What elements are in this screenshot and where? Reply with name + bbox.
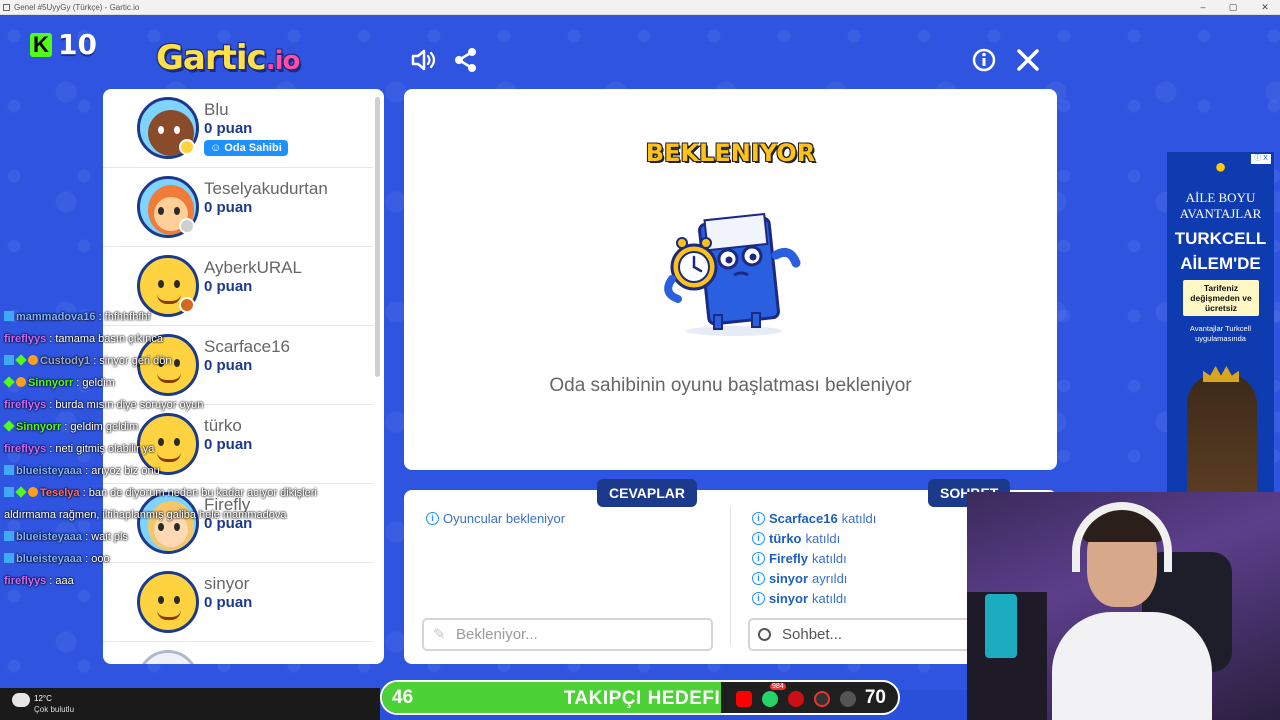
app-icon — [814, 691, 830, 707]
chat-message: fireflyys : tamama basın çıkınca — [4, 333, 163, 345]
info-icon: i — [752, 592, 765, 605]
answer-input[interactable]: ✎ Bekleniyor... — [422, 618, 713, 651]
chat-message: blueisteyaaa : wait pls — [4, 526, 384, 548]
player-row[interactable]: Teselyakudurtan 0 puan — [103, 168, 373, 247]
chat-message-continued: aldırmama rağmen, iltihaplanmış galiba h… — [4, 509, 287, 521]
player-row[interactable] — [103, 642, 373, 664]
chat-message: Sinnyorr : geldim geldim — [3, 416, 384, 438]
kick-overlay: K 10 — [30, 28, 97, 61]
kick-count: 10 — [58, 28, 97, 61]
pencil-icon: ✎ — [433, 626, 446, 643]
logo-suffix: .io — [265, 46, 301, 76]
player-row[interactable]: Blu 0 puan ☺ Oda Sahibi — [103, 89, 373, 168]
waiting-title: BEKLENIYOR — [645, 139, 816, 167]
chat-bubble-icon — [758, 628, 771, 641]
window-titlebar: Genel #5UyyGy (Türkçe) - Gartic.io – ▢ ✕ — [0, 0, 1280, 15]
chat-event: i türko katıldı — [752, 531, 840, 546]
player-name: AyberkURAL — [204, 258, 302, 277]
chat-message: fireflyys : aaa — [4, 575, 74, 587]
player-name: Teselyakudurtan — [204, 179, 328, 198]
chat-message: Sinnyorr : geldim — [3, 372, 384, 394]
tab-answers[interactable]: CEVAPLAR — [597, 479, 697, 507]
status-dot — [179, 139, 195, 155]
chat-input[interactable]: Sohbet... — [748, 618, 978, 651]
close-icon[interactable] — [1014, 46, 1042, 74]
kick-logo-icon: K — [30, 32, 52, 57]
answers-chat-panel: CEVAPLAR SOHBET i Oyuncular bekleniyor i… — [404, 479, 1057, 664]
goal-target: 70 — [864, 687, 886, 708]
chat-message: mammadova16 : fhfhhfhfhf — [4, 306, 384, 328]
player-name: Blu — [204, 100, 229, 119]
share-icon[interactable] — [452, 46, 480, 74]
player-points: 0 puan — [204, 594, 253, 611]
chat-event: i Scarface16 katıldı — [752, 511, 876, 526]
weather-temperature: 12°C — [34, 694, 52, 703]
chat-message: Custody1 : sinyor geri dön — [4, 350, 384, 372]
chat-event: i Firefly katıldı — [752, 551, 847, 566]
info-icon: i — [752, 552, 765, 565]
sound-icon[interactable] — [409, 46, 437, 74]
avatar-placeholder — [137, 650, 199, 664]
info-icon: i — [752, 572, 765, 585]
waiting-message: Oda sahibinin oyunu başlatması bekleniyo… — [549, 375, 912, 396]
info-icon: i — [752, 532, 765, 545]
ad-note: Tarifeniz değişmeden ve ücretsiz — [1183, 280, 1259, 316]
ad-headline: AİLE BOYU AVANTAJLAR — [1179, 190, 1262, 221]
stream-chat-overlay: mammadova16 : fhfhhfhfhf fireflyys : tam… — [3, 306, 384, 592]
window-app-icon — [3, 4, 10, 11]
gartic-logo[interactable]: Gartic.io — [156, 38, 301, 78]
ad-subheadline: TURKCELL AİLEM'DE — [1174, 229, 1267, 273]
social-icons: 984 — [736, 683, 856, 707]
maximize-button[interactable]: ▢ — [1218, 0, 1248, 15]
headset-icon — [1072, 502, 1172, 572]
chat-message: blueisteyaaa : ooo — [4, 548, 384, 570]
webcam-overlay — [967, 492, 1280, 720]
turkcell-ad[interactable]: ⓘ X ● AİLE BOYU AVANTAJLAR TURKCELL AİLE… — [1167, 152, 1274, 493]
logo-text: Gartic — [156, 38, 267, 78]
chat-event: i sinyor katıldı — [752, 591, 847, 606]
status-dot — [179, 218, 195, 234]
whatsapp-icon: 984 — [762, 683, 786, 707]
answers-info: i Oyuncular bekleniyor — [426, 511, 565, 526]
taskbar: 12°C Çok bulutlu — [0, 688, 380, 720]
waiting-mascot-icon — [664, 212, 801, 336]
panel-divider — [730, 506, 731, 646]
youtube-icon — [736, 691, 752, 707]
chat-message: fireflyys : neti gitmiş olabilir ya — [4, 443, 155, 455]
player-points: 0 puan — [204, 120, 253, 137]
weather-description: Çok bulutlu — [34, 705, 75, 714]
info-icon: i — [426, 512, 439, 525]
chat-message: fireflyys : burda mısın diye soruyor oyu… — [4, 399, 204, 411]
player-points: 0 puan — [204, 278, 253, 295]
player-points: 0 puan — [204, 199, 253, 216]
cloud-icon — [12, 693, 30, 707]
chat-message: Teselya : ban de diyorum neden bu kadar … — [4, 482, 384, 504]
chat-message: blueisteyaaa : arıyoz biz onu — [4, 460, 384, 482]
info-icon[interactable] — [970, 46, 998, 74]
info-icon: i — [752, 512, 765, 525]
threads-icon — [840, 691, 856, 707]
room-owner-badge: ☺ Oda Sahibi — [204, 140, 288, 156]
minimize-button[interactable]: – — [1188, 0, 1218, 15]
window-close-button[interactable]: ✕ — [1250, 0, 1280, 15]
ad-note-secondary: Avantajlar Turkcell uygulamasında — [1189, 324, 1252, 343]
window-title: Genel #5UyyGy (Türkçe) - Gartic.io — [14, 3, 140, 12]
chat-event: i sinyor ayrıldı — [752, 571, 847, 586]
turkcell-logo-icon: ● — [1214, 156, 1227, 178]
opera-icon — [788, 691, 804, 707]
ad-person-image — [1187, 374, 1257, 493]
follower-goal-bar: 46 TAKIPÇI HEDEFI 984 70 — [380, 680, 900, 715]
game-board: BEKLENIYOR Oda sahibinin oyunu başlatmas… — [404, 89, 1057, 470]
